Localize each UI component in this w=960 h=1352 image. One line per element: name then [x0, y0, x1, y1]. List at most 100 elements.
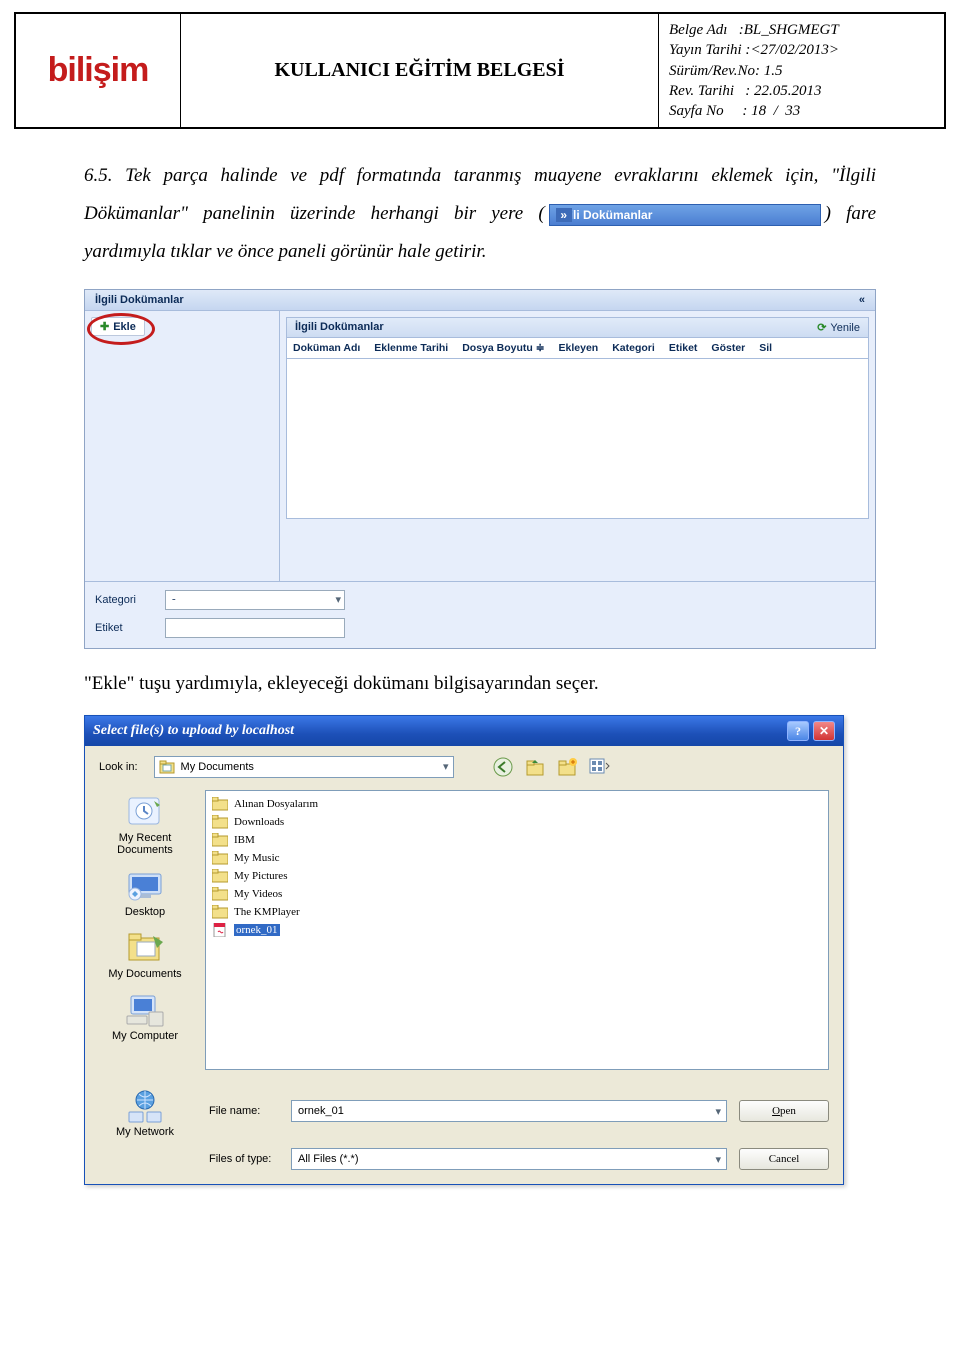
lookin-combo[interactable]: My Documents — [154, 756, 454, 778]
meta-surum-label: Sürüm/Rev.No: — [669, 63, 764, 79]
help-button[interactable]: ? — [787, 721, 809, 741]
etiket-input[interactable] — [165, 618, 345, 638]
folder-name: The KMPlayer — [234, 906, 300, 918]
col-eklenme-tarihi[interactable]: Eklenme Tarihi — [374, 342, 448, 354]
side-my-documents[interactable]: My Documents — [95, 924, 195, 982]
folder-name: My Pictures — [234, 870, 287, 882]
col-dokuman-adi[interactable]: Doküman Adı — [293, 342, 360, 354]
folder-name: IBM — [234, 834, 255, 846]
side-my-documents-label: My Documents — [95, 968, 195, 980]
doc-meta: Belge Adı :BL_SHGMEGT Yayın Tarihi :<27/… — [659, 14, 944, 127]
folder-icon — [212, 833, 228, 847]
side-my-computer-label: My Computer — [95, 1030, 195, 1042]
folder-name: Alınan Dosyalarım — [234, 798, 318, 810]
col-kategori[interactable]: Kategori — [612, 342, 655, 354]
meta-belge-label: Belge Adı : — [669, 22, 744, 38]
logo-cell: bilişim — [16, 14, 181, 127]
my-network-icon — [123, 1086, 167, 1124]
meta-sayfa-value: 18 / 33 — [751, 103, 800, 119]
kategori-label: Kategori — [95, 594, 165, 606]
related-documents-panel: İlgili Dokümanlar « ✚ Ekle İlgili Doküm — [84, 289, 876, 649]
refresh-label: Yenile — [830, 322, 860, 334]
side-my-computer[interactable]: My Computer — [95, 986, 195, 1044]
folder-item[interactable]: My Music — [212, 849, 822, 867]
p1c-open: ( — [538, 203, 544, 224]
file-upload-dialog: Select file(s) to upload by localhost ? … — [84, 715, 844, 1185]
up-folder-icon[interactable] — [524, 756, 546, 778]
p1a: Tek parça halinde ve pdf formatında tara… — [125, 165, 698, 186]
dialog-sidebar: My Recent Documents Desktop My Documents… — [85, 784, 205, 1076]
open-button[interactable]: Open — [739, 1100, 829, 1122]
etiket-label: Etiket — [95, 622, 165, 634]
refresh-icon: ⟳ — [817, 321, 826, 334]
side-desktop[interactable]: Desktop — [95, 862, 195, 920]
col-dosya-boyutu[interactable]: Dosya Boyutu ≑ — [462, 342, 544, 354]
side-recent-documents[interactable]: My Recent Documents — [95, 788, 195, 858]
side-my-network[interactable]: My Network — [95, 1082, 195, 1140]
panel-bottom: Kategori - Etiket — [85, 581, 875, 648]
col-ekleyen[interactable]: Ekleyen — [559, 342, 599, 354]
col-sil[interactable]: Sil — [759, 342, 772, 354]
col-etiket[interactable]: Etiket — [669, 342, 698, 354]
folder-item[interactable]: The KMPlayer — [212, 903, 822, 921]
meta-surum-value: 1.5 — [764, 63, 783, 79]
filesoftype-combo[interactable]: All Files (*.*) — [291, 1148, 727, 1170]
dialog-title: Select file(s) to upload by localhost — [93, 723, 294, 739]
plus-icon: ✚ — [100, 320, 109, 333]
file-item-selected[interactable]: ornek_01 — [212, 921, 822, 939]
open-label-u: O — [772, 1105, 780, 1117]
folder-item[interactable]: IBM — [212, 831, 822, 849]
meta-rev-label: Rev. Tarihi : — [669, 83, 754, 99]
views-icon[interactable] — [588, 756, 610, 778]
side-recent-label: My Recent Documents — [95, 832, 195, 856]
new-folder-icon[interactable] — [556, 756, 578, 778]
filename-input[interactable]: ornek_01 — [291, 1100, 727, 1122]
meta-belge-value: BL_SHGMEGT — [744, 22, 839, 38]
folder-item[interactable]: Downloads — [212, 813, 822, 831]
folder-icon — [212, 887, 228, 901]
back-icon[interactable] — [492, 756, 514, 778]
grid-header: Doküman Adı Eklenme Tarihi Dosya Boyutu … — [286, 338, 869, 359]
panel-left: ✚ Ekle — [85, 311, 280, 581]
inline-panel-header[interactable]: İlgili Dokümanlar» — [549, 204, 821, 226]
filename-value: ornek_01 — [298, 1105, 344, 1117]
file-list[interactable]: Alınan Dosyalarım Downloads IBM My Music… — [205, 790, 829, 1070]
close-button[interactable]: ✕ — [813, 721, 835, 741]
pdf-file-icon — [212, 923, 228, 937]
logo: bilişim — [48, 51, 149, 90]
folder-icon — [212, 905, 228, 919]
folder-name: Downloads — [234, 816, 284, 828]
lookin-value: My Documents — [181, 761, 254, 773]
add-button[interactable]: ✚ Ekle — [91, 317, 145, 336]
doc-header-box: bilişim KULLANICI EĞİTİM BELGESİ Belge A… — [14, 12, 946, 129]
dialog-titlebar[interactable]: Select file(s) to upload by localhost ? … — [85, 716, 843, 746]
folder-doc-icon — [159, 759, 175, 775]
folder-item[interactable]: Alınan Dosyalarım — [212, 795, 822, 813]
folder-item[interactable]: My Videos — [212, 885, 822, 903]
folder-icon — [212, 851, 228, 865]
filesoftype-label: Files of type: — [205, 1153, 291, 1165]
folder-name: My Music — [234, 852, 280, 864]
panel-titlebar[interactable]: İlgili Dokümanlar « — [85, 290, 875, 311]
my-computer-icon — [123, 990, 167, 1028]
panel-right: İlgili Dokümanlar ⟳ Yenile Doküman Adı Ek… — [280, 311, 875, 581]
meta-yayin-value: <27/02/2013> — [750, 42, 839, 58]
right-title: İlgili Dokümanlar — [295, 321, 384, 334]
open-label-rest: pen — [780, 1105, 796, 1117]
collapse-icon[interactable]: « — [859, 294, 865, 306]
kategori-combo[interactable]: - — [165, 590, 345, 610]
dialog-footer: My Network File name: ornek_01 Open File… — [85, 1076, 843, 1184]
folder-item[interactable]: My Pictures — [212, 867, 822, 885]
folder-name: My Videos — [234, 888, 282, 900]
doc-title: KULLANICI EĞİTİM BELGESİ — [181, 14, 659, 127]
filename-label: File name: — [205, 1105, 291, 1117]
filesoftype-value: All Files (*.*) — [298, 1153, 359, 1165]
cancel-button[interactable]: Cancel — [739, 1148, 829, 1170]
lookin-label: Look in: — [99, 761, 138, 773]
paragraph-6-5: 6.5. Tek parça halinde ve pdf formatında… — [84, 157, 876, 271]
col-goster[interactable]: Göster — [711, 342, 745, 354]
folder-icon — [212, 815, 228, 829]
expand-icon: » — [556, 208, 572, 222]
refresh-button[interactable]: ⟳ Yenile — [817, 321, 860, 334]
add-button-label: Ekle — [113, 321, 136, 333]
